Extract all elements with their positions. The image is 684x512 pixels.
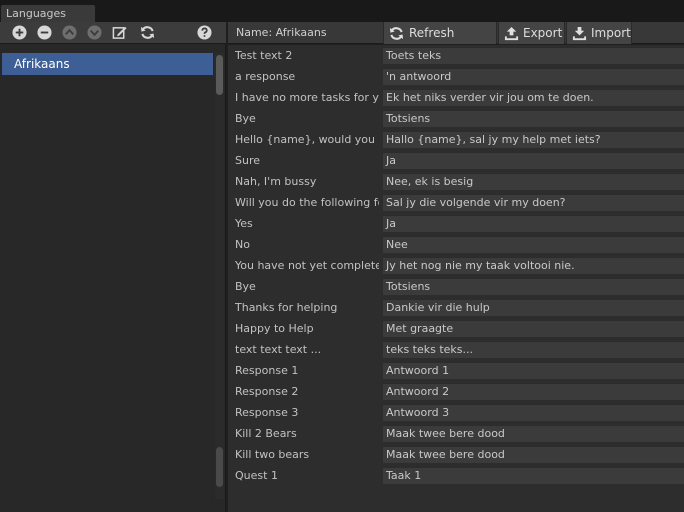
translation-field[interactable]: Sal jy die volgende vir my doen?	[383, 194, 684, 211]
table-row: Hello {name}, would you help me with som…	[228, 129, 684, 150]
table-row: Response 2 Antwoord 2	[228, 381, 684, 402]
strings-table: Test text 2 Toets teks a response 'n antwoo…	[228, 45, 684, 512]
string-key: Nah, I'm bussy	[235, 175, 317, 188]
translation-field[interactable]: Maak twee bere dood	[383, 425, 684, 442]
string-key: Thanks for helping	[235, 301, 338, 314]
add-icon[interactable]	[12, 25, 27, 40]
table-row: Happy to Help Met graagte	[228, 318, 684, 339]
translation-field[interactable]: Nee, ek is besig	[383, 173, 684, 190]
string-key: Happy to Help	[235, 322, 314, 335]
string-key: I have no more tasks for you to do.	[235, 91, 379, 104]
string-key: Bye	[235, 112, 256, 125]
translation-field[interactable]: Antwoord 1	[383, 362, 684, 379]
table-row: Response 3 Antwoord 3	[228, 402, 684, 423]
import-label: Import	[591, 26, 631, 40]
translation-field[interactable]: Nee	[383, 236, 684, 253]
edit-icon[interactable]	[112, 25, 127, 40]
language-header: Name: Afrikaans Refresh Strings Export I…	[228, 22, 684, 62]
translation-field[interactable]: Dankie vir die hulp	[383, 299, 684, 316]
tab-languages[interactable]: Languages	[0, 4, 96, 22]
translation-field[interactable]: Totsiens	[383, 110, 684, 127]
string-key: Yes	[235, 217, 253, 230]
scrollbar-thumb-bottom[interactable]	[216, 447, 223, 487]
table-row: Nah, I'm bussy Nee, ek is besig	[228, 171, 684, 192]
help-icon[interactable]	[197, 25, 212, 40]
translation-field[interactable]: Antwoord 3	[383, 404, 684, 421]
string-key: Response 3	[235, 406, 299, 419]
string-key: Kill 2 Bears	[235, 427, 297, 440]
import-button[interactable]: Import	[566, 22, 632, 44]
table-row: You have not yet completed my task. Jy he…	[228, 255, 684, 276]
table-row: Thanks for helping Dankie vir die hulp	[228, 297, 684, 318]
string-key: Quest 1	[235, 469, 278, 482]
language-list	[0, 44, 226, 512]
string-key: a response	[235, 70, 296, 83]
table-row: Quest 1 Taak 1	[228, 465, 684, 486]
scrollbar-thumb[interactable]	[216, 55, 223, 95]
languages-toolbar	[0, 22, 226, 44]
translation-field[interactable]: Maak twee bere dood	[383, 446, 684, 463]
translation-field[interactable]: Ek het niks verder vir jou om te doen.	[383, 89, 684, 106]
table-row: Kill 2 Bears Maak twee bere dood	[228, 423, 684, 444]
move-up-icon[interactable]	[62, 25, 77, 40]
string-key: Kill two bears	[235, 448, 310, 461]
move-down-icon[interactable]	[87, 25, 102, 40]
export-label: Export	[523, 26, 563, 40]
translation-field[interactable]: teks teks teks...	[383, 341, 684, 358]
string-key: Bye	[235, 280, 256, 293]
table-row: Will you do the following for me? Sal jy …	[228, 192, 684, 213]
table-row: Bye Totsiens	[228, 276, 684, 297]
string-key: Response 1	[235, 364, 299, 377]
string-key: You have not yet completed my task.	[235, 259, 379, 272]
tab-strip: Languages	[0, 0, 684, 22]
translation-field[interactable]: Met graagte	[383, 320, 684, 337]
translation-field[interactable]: Ja	[383, 152, 684, 169]
language-item-afrikaans[interactable]: Afrikaans	[2, 53, 213, 75]
string-key: Sure	[235, 154, 261, 167]
language-name-label: Name: Afrikaans	[236, 26, 327, 39]
table-row: Yes Ja	[228, 213, 684, 234]
table-row: I have no more tasks for you to do. Ek he…	[228, 87, 684, 108]
translation-field[interactable]: Jy het nog nie my taak voltooi nie.	[383, 257, 684, 274]
translation-field[interactable]: 'n antwoord	[383, 68, 684, 85]
string-key: Response 2	[235, 385, 299, 398]
export-button[interactable]: Export	[498, 22, 565, 44]
translation-field[interactable]: Toets teks	[383, 47, 684, 64]
languages-panel: Afrikaans	[0, 22, 226, 512]
language-list-scrollbar[interactable]	[215, 53, 224, 499]
translation-field[interactable]: Hallo {name}, sal jy my help met iets?	[383, 131, 684, 148]
table-row: Response 1 Antwoord 1	[228, 360, 684, 381]
refresh-icon	[389, 27, 404, 40]
table-row: Test text 2 Toets teks	[228, 45, 684, 66]
string-key: Will you do the following for me?	[235, 196, 379, 209]
refresh-icon[interactable]	[140, 25, 155, 40]
string-key: No	[235, 238, 250, 251]
import-icon	[572, 26, 587, 41]
table-row: Sure Ja	[228, 150, 684, 171]
string-key: Hello {name}, would you help me with som…	[235, 133, 379, 146]
table-row: Bye Totsiens	[228, 108, 684, 129]
export-icon	[504, 26, 519, 41]
string-key: Test text 2	[235, 49, 293, 62]
refresh-strings-button[interactable]: Refresh Strings	[383, 22, 497, 62]
translation-field[interactable]: Taak 1	[383, 467, 684, 484]
string-key: text text text ...	[235, 343, 322, 356]
translation-field[interactable]: Ja	[383, 215, 684, 232]
translation-field[interactable]: Totsiens	[383, 278, 684, 295]
translation-field[interactable]: Antwoord 2	[383, 383, 684, 400]
table-row: a response 'n antwoord	[228, 66, 684, 87]
table-row: Kill two bears Maak twee bere dood	[228, 444, 684, 465]
remove-icon[interactable]	[37, 25, 52, 40]
table-row: text text text ... teks teks teks...	[228, 339, 684, 360]
table-row: No Nee	[228, 234, 684, 255]
